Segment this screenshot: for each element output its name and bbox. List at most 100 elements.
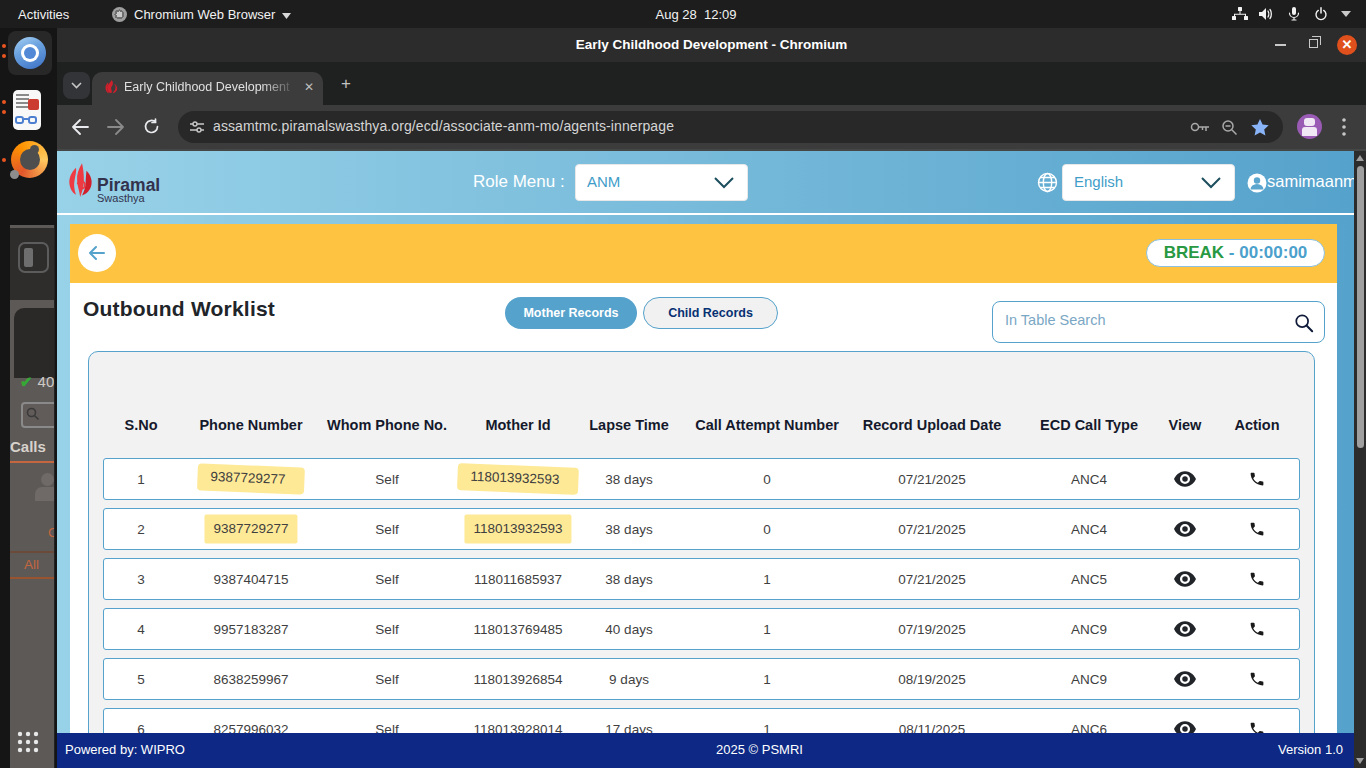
side-all-underline — [10, 577, 55, 579]
cell-sno: 5 — [137, 672, 145, 687]
dock-document-icon[interactable] — [13, 90, 41, 130]
footer-right: Version 1.0 — [1278, 742, 1343, 757]
cell-phone: 9957183287 — [213, 622, 288, 637]
call-phone-icon[interactable] — [1249, 621, 1266, 638]
mother-records-tab[interactable]: Mother Records — [505, 297, 637, 329]
col-header-upload_date: Record Upload Date — [863, 417, 1002, 433]
call-phone-icon[interactable] — [1249, 471, 1266, 488]
side-search-icon — [26, 407, 40, 421]
doc-icon-glasses-right — [28, 116, 37, 124]
tab-search-button[interactable] — [63, 72, 90, 99]
search-icon[interactable] — [1294, 313, 1314, 333]
break-timer: 00:00:00 — [1239, 243, 1307, 262]
back-button[interactable] — [71, 119, 89, 135]
url-text: assamtmc.piramalswasthya.org/ecd/associa… — [213, 118, 674, 134]
dock-firefox-icon[interactable] — [8, 139, 52, 183]
sidebar-toggle-pane — [24, 248, 33, 267]
site-info-icon[interactable] — [189, 119, 205, 135]
view-eye-icon[interactable] — [1174, 621, 1196, 637]
power-icon — [1314, 0, 1328, 28]
cell-upload_date: 07/19/2025 — [898, 622, 966, 637]
avatar-face — [1304, 118, 1315, 126]
cell-attempts: 1 — [763, 622, 771, 637]
side-calls-tab[interactable]: Calls — [10, 438, 46, 455]
view-eye-icon[interactable] — [1174, 521, 1196, 537]
scrollbar-up-arrow-icon[interactable] — [1356, 155, 1364, 161]
break-label: BREAK — [1164, 243, 1224, 262]
url-bar[interactable]: assamtmc.piramalswasthya.org/ecd/associa… — [178, 111, 1283, 143]
header-divider — [57, 213, 1354, 215]
back-arrow-icon — [88, 245, 106, 261]
dock-running-dot — [2, 110, 6, 114]
browser-toolbar: assamtmc.piramalswasthya.org/ecd/associa… — [57, 105, 1366, 149]
scrollbar-thumb[interactable] — [1357, 166, 1364, 448]
user-icon — [1247, 173, 1267, 193]
view-eye-icon[interactable] — [1174, 471, 1196, 487]
cell-lapse: 38 days — [605, 572, 652, 587]
network-icon — [1232, 0, 1248, 28]
cell-lapse: 38 days — [605, 522, 652, 537]
firefox-icon-dot — [10, 170, 19, 179]
cell-mother_id: 118013932593 — [464, 515, 571, 544]
table-row-3: 39387404715Self11801168593738 days107/21… — [103, 558, 1300, 600]
break-button[interactable]: BREAK - 00:00:00 — [1146, 239, 1325, 267]
view-eye-icon[interactable] — [1174, 571, 1196, 587]
browser-tab[interactable]: Early Childhood Development ✕ — [92, 72, 323, 105]
browser-scrollbar[interactable] — [1354, 151, 1366, 768]
profile-avatar[interactable] — [1297, 114, 1322, 139]
main-content: Outbound Worklist Mother Records Child R… — [70, 283, 1337, 768]
scrollbar-down-arrow-icon[interactable] — [1356, 758, 1364, 764]
side-divider — [10, 551, 55, 553]
contact-avatar-head — [41, 473, 54, 486]
system-menu-caret-icon[interactable] — [1341, 0, 1351, 28]
cell-upload_date: 07/21/2025 — [898, 472, 966, 487]
new-tab-button[interactable]: + — [341, 74, 351, 94]
table-search — [992, 301, 1325, 343]
globe-icon — [1037, 172, 1058, 193]
table-row-1: 19387729277Self11801393259338 days007/21… — [103, 458, 1300, 500]
side-all-tab[interactable]: All — [24, 557, 39, 572]
tab-close-icon[interactable]: ✕ — [304, 80, 314, 94]
back-button-page[interactable] — [78, 234, 116, 272]
bookmark-star-icon[interactable] — [1251, 119, 1269, 136]
cell-attempts: 1 — [763, 572, 771, 587]
child-records-tab[interactable]: Child Records — [643, 297, 778, 329]
clock[interactable]: Aug 28 12:09 — [13, 0, 1366, 28]
call-phone-icon[interactable] — [1249, 521, 1266, 538]
table-search-input[interactable] — [1005, 312, 1275, 328]
role-select[interactable]: ANM — [575, 164, 748, 201]
action-bar: BREAK - 00:00:00 — [70, 224, 1337, 283]
dock-running-dot — [2, 54, 6, 58]
minimize-button[interactable] — [1275, 44, 1286, 46]
zoom-icon[interactable] — [1221, 119, 1238, 136]
cell-mother_id: 118013926854 — [473, 672, 562, 687]
dock-running-dot — [2, 100, 6, 104]
close-button[interactable]: ✕ — [1337, 35, 1357, 55]
col-header-attempts: Call Attempt Number — [695, 417, 839, 433]
cell-upload_date: 08/19/2025 — [898, 672, 966, 687]
browser-menu-icon[interactable] — [1342, 118, 1346, 136]
dock-chromium-icon[interactable] — [8, 31, 52, 75]
doc-icon-glasses-left — [15, 116, 24, 124]
sidebar-toggle-icon[interactable] — [18, 242, 49, 273]
screen: Activities Chromium Web Browser Aug 28 1… — [0, 0, 1366, 768]
side-search-input[interactable] — [21, 402, 55, 428]
avatar-body — [1302, 127, 1317, 136]
view-eye-icon[interactable] — [1174, 671, 1196, 687]
cell-upload_date: 07/21/2025 — [898, 572, 966, 587]
reload-button[interactable] — [143, 118, 160, 135]
background-app-window: ✔40 Calls C All — [10, 225, 55, 768]
cell-whom: Self — [375, 572, 398, 587]
language-select[interactable]: English — [1062, 164, 1235, 201]
side-partial-tab: C — [48, 525, 55, 540]
page-viewport: Piramal Swasthya Role Menu : ANM English… — [57, 151, 1354, 768]
maximize-button[interactable] — [1309, 39, 1318, 48]
window-titlebar[interactable]: Early Childhood Development - Chromium ✕ — [57, 28, 1366, 62]
show-apps-button[interactable] — [16, 730, 40, 754]
password-key-icon[interactable] — [1190, 121, 1210, 133]
forward-button[interactable] — [107, 119, 125, 135]
username[interactable]: samimaanm — [1267, 172, 1357, 191]
call-phone-icon[interactable] — [1249, 671, 1266, 688]
table-row-4: 49957183287Self11801376948540 days107/19… — [103, 608, 1300, 650]
call-phone-icon[interactable] — [1249, 571, 1266, 588]
